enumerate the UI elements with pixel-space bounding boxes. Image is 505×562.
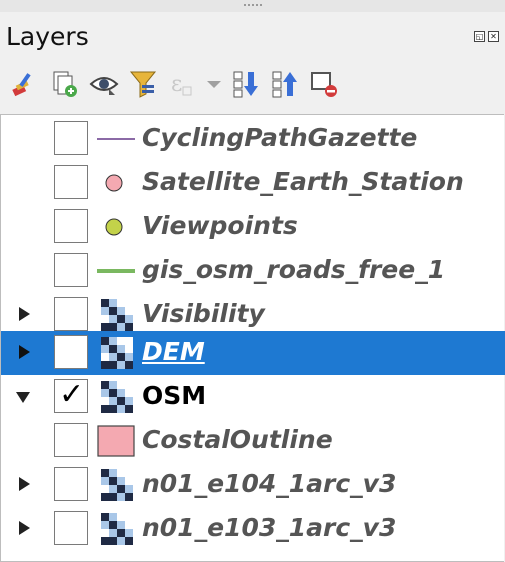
layer-visibility-checkbox[interactable] bbox=[54, 165, 88, 199]
point-symbol-icon bbox=[105, 174, 123, 192]
collapsed-arrow-icon[interactable] bbox=[19, 307, 30, 321]
layer-row[interactable]: CyclingPathGazette bbox=[1, 117, 505, 161]
layer-name-label: OSM bbox=[142, 381, 207, 410]
layer-row[interactable]: ✓ OSM bbox=[1, 375, 505, 419]
expression-icon: ε bbox=[171, 72, 192, 97]
layer-visibility-checkbox[interactable] bbox=[54, 253, 88, 287]
layer-name-label: Satellite_Earth_Station bbox=[142, 167, 464, 196]
line-thick-symbol-icon bbox=[97, 269, 135, 273]
layer-row[interactable]: gis_osm_roads_free_1 bbox=[1, 249, 505, 293]
collapsed-arrow-icon[interactable] bbox=[19, 477, 30, 491]
layer-name-label: CyclingPathGazette bbox=[142, 123, 418, 152]
collapse-all-icon bbox=[272, 71, 297, 98]
remove-layer-button[interactable] bbox=[308, 68, 340, 100]
expanded-arrow-icon[interactable] bbox=[16, 392, 30, 403]
style-manager-button[interactable] bbox=[10, 68, 42, 100]
expand-all-button[interactable] bbox=[230, 68, 262, 100]
layer-row[interactable]: Satellite_Earth_Station bbox=[1, 161, 505, 205]
checkmark-icon: ✓ bbox=[59, 377, 85, 412]
dock-grip-icon bbox=[244, 4, 262, 6]
collapse-all-button[interactable] bbox=[269, 68, 301, 100]
layer-name-label: CostalOutline bbox=[142, 425, 333, 454]
raster-symbol-icon bbox=[101, 299, 133, 331]
line-symbol-icon bbox=[97, 138, 135, 140]
polygon-symbol-icon bbox=[97, 425, 135, 457]
collapsed-arrow-icon[interactable] bbox=[19, 521, 30, 535]
layer-visibility-checkbox[interactable] bbox=[54, 209, 88, 243]
layer-visibility-checkbox[interactable] bbox=[54, 467, 88, 501]
add-group-button[interactable] bbox=[49, 68, 81, 100]
layer-name-label: n01_e103_1arc_v3 bbox=[142, 513, 397, 542]
layer-name-label: DEM bbox=[142, 337, 205, 366]
manage-visibility-button[interactable] bbox=[88, 68, 120, 100]
layer-visibility-checkbox[interactable] bbox=[54, 511, 88, 545]
float-icon[interactable]: ◱ bbox=[474, 31, 485, 42]
raster-symbol-icon bbox=[101, 469, 133, 501]
layer-row[interactable]: CostalOutline bbox=[1, 419, 505, 463]
layer-visibility-checkbox[interactable] bbox=[54, 335, 88, 369]
add-group-icon bbox=[53, 71, 77, 97]
layers-toolbar: ε bbox=[10, 66, 347, 102]
expand-all-icon bbox=[233, 71, 258, 98]
layer-visibility-checkbox[interactable]: ✓ bbox=[54, 377, 88, 413]
filter-icon bbox=[129, 71, 157, 98]
layer-row[interactable]: DEM bbox=[1, 331, 505, 375]
paintbrush-icon bbox=[12, 73, 31, 97]
dock-drag-strip[interactable] bbox=[0, 0, 505, 12]
panel-title: Layers bbox=[6, 22, 89, 51]
layer-visibility-checkbox[interactable] bbox=[54, 121, 88, 155]
layer-visibility-checkbox[interactable] bbox=[54, 297, 88, 331]
filter-by-expression-button[interactable]: ε bbox=[166, 68, 198, 100]
point-symbol-icon bbox=[105, 218, 123, 236]
expression-dropdown-button[interactable] bbox=[205, 68, 223, 100]
collapsed-arrow-icon[interactable] bbox=[19, 345, 30, 359]
layer-name-label: n01_e104_1arc_v3 bbox=[142, 469, 397, 498]
close-icon[interactable]: ✕ bbox=[488, 31, 499, 42]
raster-symbol-icon bbox=[101, 337, 133, 369]
raster-symbol-icon bbox=[101, 381, 133, 413]
layer-visibility-checkbox[interactable] bbox=[54, 423, 88, 457]
raster-symbol-icon bbox=[101, 513, 133, 545]
layer-name-label: gis_osm_roads_free_1 bbox=[142, 255, 446, 284]
svg-text:ε: ε bbox=[171, 72, 182, 97]
filter-legend-button[interactable] bbox=[127, 68, 159, 100]
layer-name-label: Visibility bbox=[142, 299, 265, 328]
layer-row[interactable]: n01_e104_1arc_v3 bbox=[1, 463, 505, 507]
chevron-down-icon bbox=[207, 81, 221, 88]
layer-tree[interactable]: CyclingPathGazette Satellite_Earth_Statio… bbox=[0, 114, 505, 562]
layer-row[interactable]: n01_e103_1arc_v3 bbox=[1, 507, 505, 551]
layer-name-label: Viewpoints bbox=[142, 211, 298, 240]
layer-row[interactable]: Viewpoints bbox=[1, 205, 505, 249]
eye-icon bbox=[89, 77, 119, 95]
remove-layer-icon bbox=[311, 72, 337, 97]
